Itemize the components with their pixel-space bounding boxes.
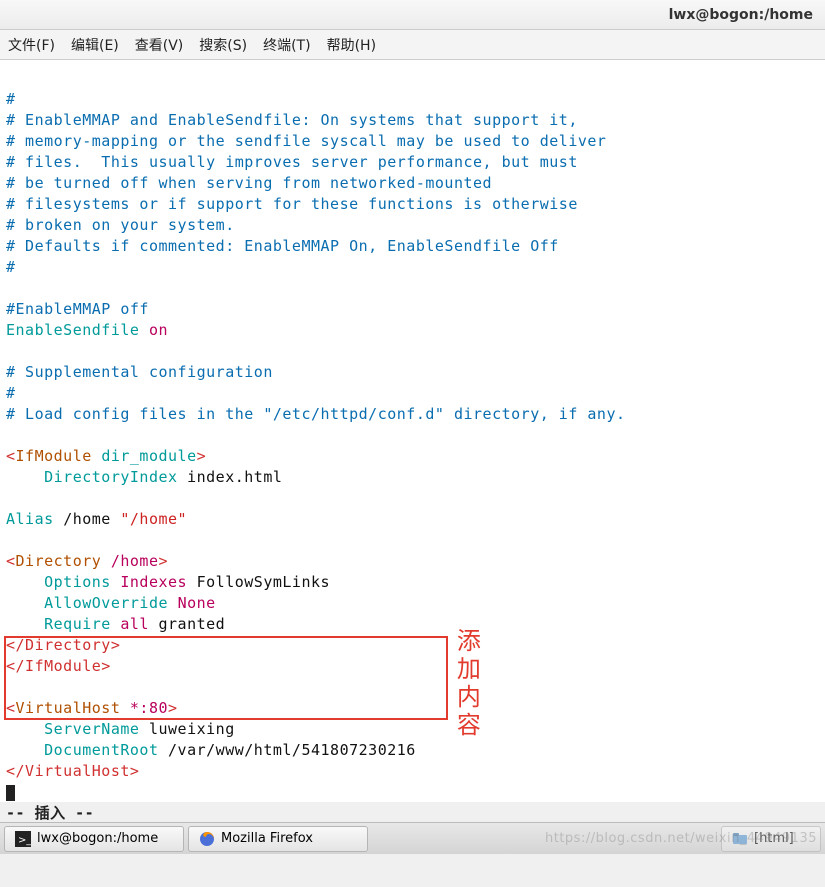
menu-file[interactable]: 文件(F)	[8, 35, 55, 55]
menubar: 文件(F) 编辑(E) 查看(V) 搜索(S) 终端(T) 帮助(H)	[0, 30, 825, 60]
options-line: Options Indexes FollowSymLinks	[44, 573, 330, 591]
servername-line: ServerName luweixing	[44, 720, 235, 738]
ifmodule-close: </IfModule>	[6, 657, 111, 675]
window-title: lwx@bogon:/home	[669, 7, 813, 23]
enablemmap-line: #EnableMMAP off	[6, 300, 149, 318]
menu-edit[interactable]: 编辑(E)	[71, 35, 119, 55]
supp-3: # Load config files in the "/etc/httpd/c…	[6, 405, 626, 423]
documentroot-line: DocumentRoot /var/www/html/541807230216	[44, 741, 416, 759]
menu-search[interactable]: 搜索(S)	[199, 35, 247, 55]
enablesendfile-line: EnableSendfile on	[6, 321, 168, 339]
menu-view[interactable]: 查看(V)	[135, 35, 184, 55]
directory-open: <Directory /home>	[6, 552, 168, 570]
watermark: https://blog.csdn.net/weixin_44949135	[545, 831, 817, 846]
directory-close: </Directory>	[6, 636, 120, 654]
terminal-icon: >_	[15, 831, 31, 847]
task-terminal-label: lwx@bogon:/home	[37, 831, 158, 846]
alias-line: Alias /home "/home"	[6, 510, 187, 528]
menu-terminal[interactable]: 终端(T)	[263, 35, 310, 55]
vhost-open: <VirtualHost *:80>	[6, 699, 178, 717]
require-line: Require all granted	[44, 615, 225, 633]
vhost-close: </VirtualHost>	[6, 762, 139, 780]
terminal-area[interactable]: # # EnableMMAP and EnableSendfile: On sy…	[0, 60, 825, 802]
comment-block: # # EnableMMAP and EnableSendfile: On sy…	[6, 89, 819, 278]
allowoverride-line: AllowOverride None	[44, 594, 216, 612]
cursor	[6, 785, 15, 801]
supp-2: #	[6, 384, 16, 402]
task-firefox[interactable]: Mozilla Firefox	[188, 826, 368, 852]
supp-1: # Supplemental configuration	[6, 363, 273, 381]
firefox-icon	[199, 831, 215, 847]
menu-help[interactable]: 帮助(H)	[327, 35, 376, 55]
task-terminal[interactable]: >_ lwx@bogon:/home	[4, 826, 184, 852]
vim-mode: -- 插入 --	[6, 804, 94, 822]
svg-text:>_: >_	[18, 835, 31, 846]
ifmodule-open: <IfModule dir_module>	[6, 447, 206, 465]
directoryindex-line: DirectoryIndex index.html	[44, 468, 282, 486]
annotation-text: 添加内容	[452, 628, 478, 740]
task-firefox-label: Mozilla Firefox	[221, 831, 313, 846]
window-titlebar: lwx@bogon:/home	[0, 0, 825, 30]
